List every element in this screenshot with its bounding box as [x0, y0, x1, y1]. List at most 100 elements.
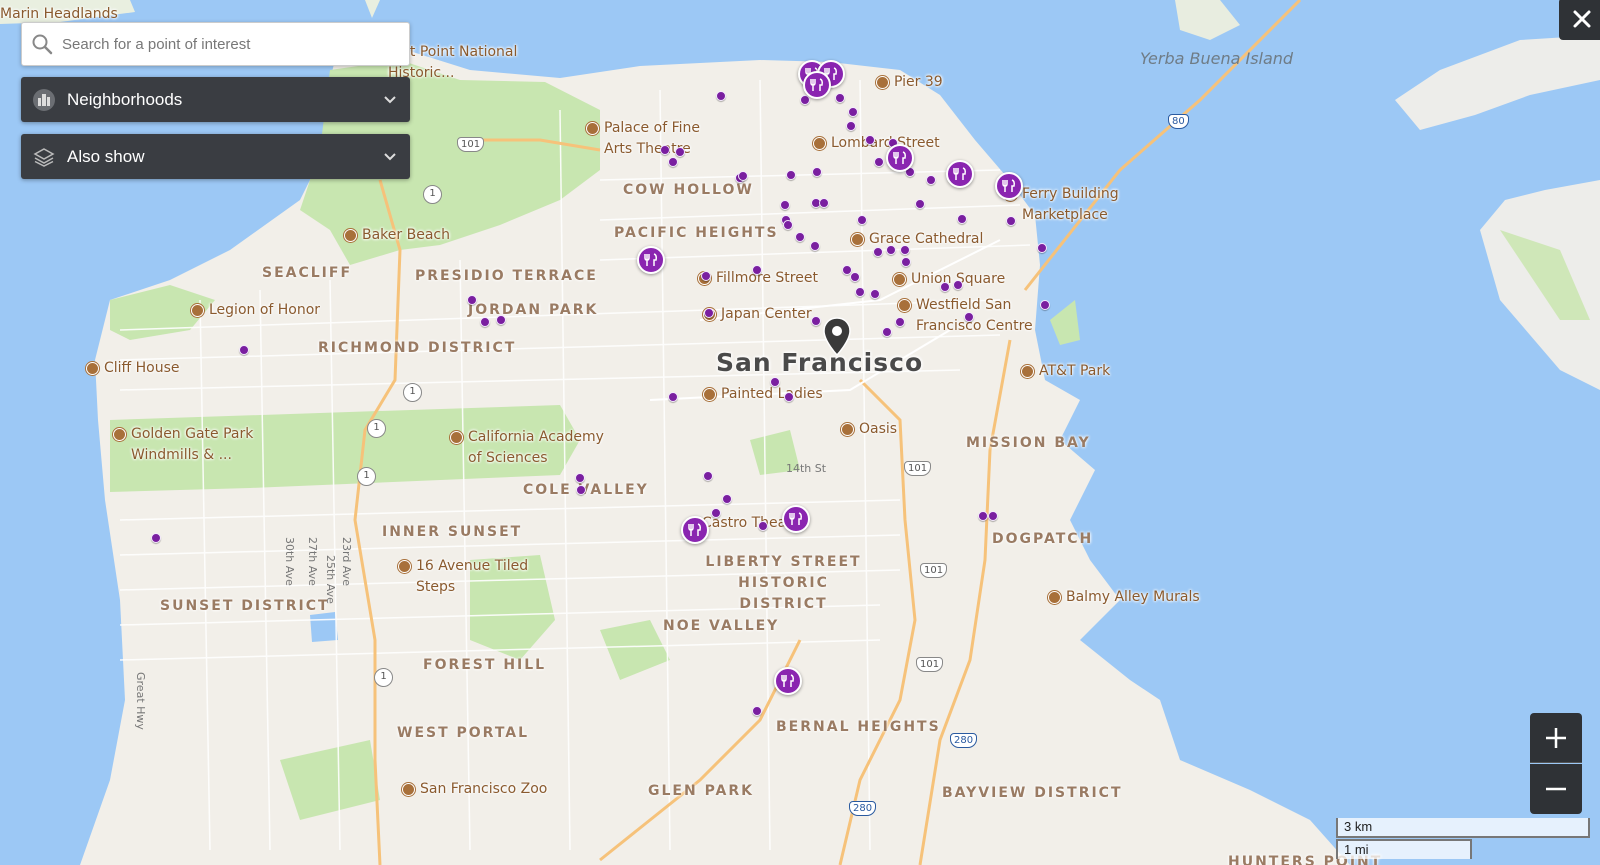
poi-marker[interactable]	[1006, 216, 1016, 226]
poi-gg-park-windmills[interactable]: Golden Gate Park Windmills & ...	[113, 424, 266, 466]
poi-marker[interactable]	[668, 392, 678, 402]
landmark-icon	[344, 229, 357, 242]
district-label: MISSION BAY	[966, 435, 1091, 451]
poi-marker[interactable]	[1037, 243, 1047, 253]
poi-marker[interactable]	[873, 247, 883, 257]
poi-marker[interactable]	[795, 232, 805, 242]
neighborhoods-dropdown[interactable]: Neighborhoods	[21, 77, 410, 122]
restaurant-marker[interactable]	[681, 516, 709, 544]
poi-grace-cathedral[interactable]: Grace Cathedral	[851, 229, 983, 250]
poi-marker[interactable]	[874, 157, 884, 167]
poi-marker[interactable]	[752, 706, 762, 716]
restaurant-marker[interactable]	[637, 246, 665, 274]
poi-cliff-house[interactable]: Cliff House	[86, 358, 180, 379]
poi-marker[interactable]	[711, 508, 721, 518]
poi-marker[interactable]	[716, 91, 726, 101]
poi-marker[interactable]	[964, 312, 974, 322]
poi-marker[interactable]	[978, 511, 988, 521]
street-label: 25th Ave	[324, 555, 337, 604]
restaurant-marker[interactable]	[946, 160, 974, 188]
poi-marker[interactable]	[722, 494, 732, 504]
also-show-dropdown[interactable]: Also show	[21, 134, 410, 179]
poi-marker[interactable]	[575, 473, 585, 483]
poi-marker[interactable]	[480, 317, 490, 327]
poi-marker[interactable]	[870, 289, 880, 299]
poi-marker[interactable]	[988, 511, 998, 521]
poi-japan-center[interactable]: Japan Center	[703, 304, 812, 325]
poi-marker[interactable]	[770, 377, 780, 387]
poi-marker[interactable]	[780, 200, 790, 210]
poi-pier-39[interactable]: Pier 39	[876, 72, 943, 93]
poi-16-avenue-steps[interactable]: 16 Avenue Tiled Steps	[398, 556, 541, 598]
poi-marker[interactable]	[783, 220, 793, 230]
poi-marker[interactable]	[926, 175, 936, 185]
close-button[interactable]	[1559, 0, 1600, 40]
poi-marker[interactable]	[835, 93, 845, 103]
poi-painted-ladies[interactable]: Painted Ladies	[703, 384, 823, 405]
location-pin-icon[interactable]	[822, 317, 852, 357]
poi-marker[interactable]	[846, 121, 856, 131]
poi-marker[interactable]	[1040, 300, 1050, 310]
poi-att-park[interactable]: AT&T Park	[1021, 361, 1110, 382]
poi-marker[interactable]	[953, 280, 963, 290]
poi-marker[interactable]	[151, 533, 161, 543]
poi-marker[interactable]	[810, 241, 820, 251]
poi-legion-of-honor[interactable]: Legion of Honor	[191, 300, 320, 321]
search-input[interactable]	[62, 35, 392, 53]
poi-marker[interactable]	[848, 107, 858, 117]
poi-marker[interactable]	[660, 145, 670, 155]
city-label: San Francisco	[716, 348, 924, 377]
poi-marker[interactable]	[857, 215, 867, 225]
search-box[interactable]	[21, 22, 410, 66]
poi-marker[interactable]	[886, 245, 896, 255]
district-label: PRESIDIO TERRACE	[415, 268, 598, 284]
poi-marker[interactable]	[576, 485, 586, 495]
restaurant-marker[interactable]	[995, 172, 1023, 200]
scale-bar-km: 3 km	[1336, 818, 1590, 838]
restaurant-marker[interactable]	[886, 144, 914, 172]
poi-marker[interactable]	[819, 198, 829, 208]
poi-marker[interactable]	[855, 287, 865, 297]
poi-marker[interactable]	[900, 245, 910, 255]
poi-fort-point[interactable]: Fort Point National Historic...	[388, 42, 548, 84]
poi-marker[interactable]	[882, 327, 892, 337]
poi-marker[interactable]	[758, 521, 768, 531]
poi-marker[interactable]	[752, 265, 762, 275]
poi-sf-zoo[interactable]: San Francisco Zoo	[402, 779, 547, 800]
poi-marker[interactable]	[811, 316, 821, 326]
poi-marker[interactable]	[703, 471, 713, 481]
poi-marker[interactable]	[812, 167, 822, 177]
district-label: WEST PORTAL	[397, 725, 530, 741]
restaurant-marker[interactable]	[782, 505, 810, 533]
poi-marker[interactable]	[784, 392, 794, 402]
poi-marker[interactable]	[239, 345, 249, 355]
poi-marker[interactable]	[738, 171, 748, 181]
poi-marker[interactable]	[865, 135, 875, 145]
restaurant-marker[interactable]	[803, 71, 831, 99]
poi-marker[interactable]	[467, 295, 477, 305]
poi-california-academy[interactable]: California Academy of Sciences	[450, 427, 618, 469]
poi-palace-fine-arts[interactable]: Palace of Fine Arts Theatre	[586, 118, 719, 160]
poi-marker[interactable]	[704, 308, 714, 318]
poi-marker[interactable]	[675, 147, 685, 157]
poi-marker[interactable]	[940, 282, 950, 292]
zoom-out-button[interactable]	[1530, 764, 1582, 814]
restaurant-marker[interactable]	[774, 667, 802, 695]
poi-lombard-street[interactable]: Lombard Street	[813, 133, 940, 154]
poi-baker-beach[interactable]: Baker Beach	[344, 225, 450, 246]
poi-marker[interactable]	[957, 214, 967, 224]
fork-knife-icon	[781, 674, 794, 687]
poi-marker[interactable]	[701, 271, 711, 281]
poi-marker[interactable]	[895, 317, 905, 327]
poi-marker[interactable]	[786, 170, 796, 180]
poi-marker[interactable]	[850, 272, 860, 282]
zoom-in-button[interactable]	[1530, 713, 1582, 763]
poi-marker[interactable]	[668, 157, 678, 167]
poi-balmy-alley[interactable]: Balmy Alley Murals	[1048, 587, 1200, 608]
district-label: BAYVIEW DISTRICT	[942, 785, 1123, 801]
poi-marker[interactable]	[496, 315, 506, 325]
poi-marker[interactable]	[915, 199, 925, 209]
poi-oasis[interactable]: Oasis	[841, 419, 897, 440]
poi-ferry-building[interactable]: Ferry Building Marketplace	[1004, 184, 1137, 226]
poi-marker[interactable]	[901, 257, 911, 267]
